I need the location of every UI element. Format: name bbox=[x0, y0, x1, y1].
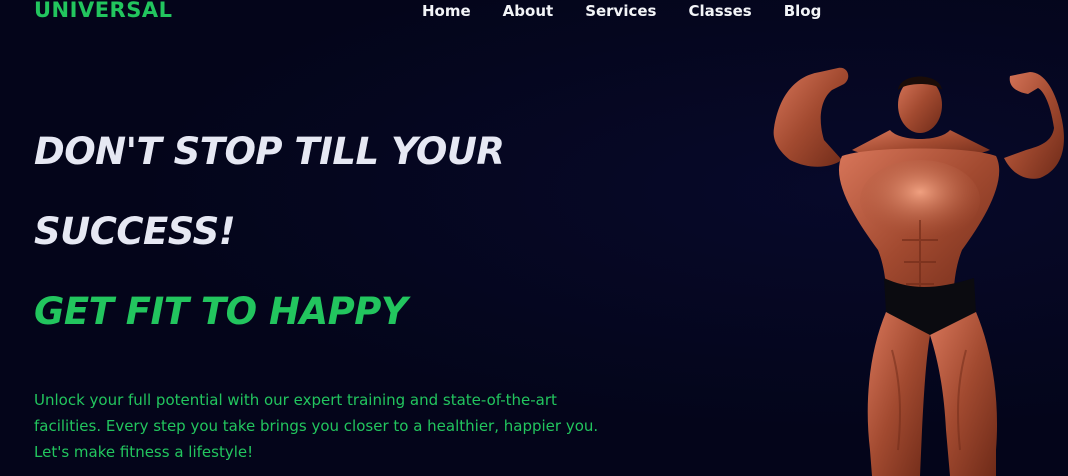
bodybuilder-image bbox=[773, 67, 1064, 476]
nav-link-services[interactable]: Services bbox=[585, 2, 656, 20]
hero-description: Unlock your full potential with our expe… bbox=[34, 391, 599, 461]
brand-logo[interactable]: UNIVERSAL bbox=[34, 0, 172, 22]
hero-tagline: GET FIT TO HAPPY bbox=[34, 290, 408, 333]
nav-link-home[interactable]: Home bbox=[422, 2, 471, 20]
main-nav: Home About Services Classes Blog bbox=[422, 2, 853, 20]
nav-link-blog[interactable]: Blog bbox=[784, 2, 822, 20]
hero-headline-line2: SUCCESS! bbox=[34, 210, 236, 253]
landing-page: UNIVERSAL Home About Services Classes Bl… bbox=[0, 0, 1068, 476]
hero-headline-line1: DON'T STOP TILL YOUR bbox=[34, 130, 505, 173]
nav-link-about[interactable]: About bbox=[503, 2, 554, 20]
nav-link-classes[interactable]: Classes bbox=[688, 2, 751, 20]
